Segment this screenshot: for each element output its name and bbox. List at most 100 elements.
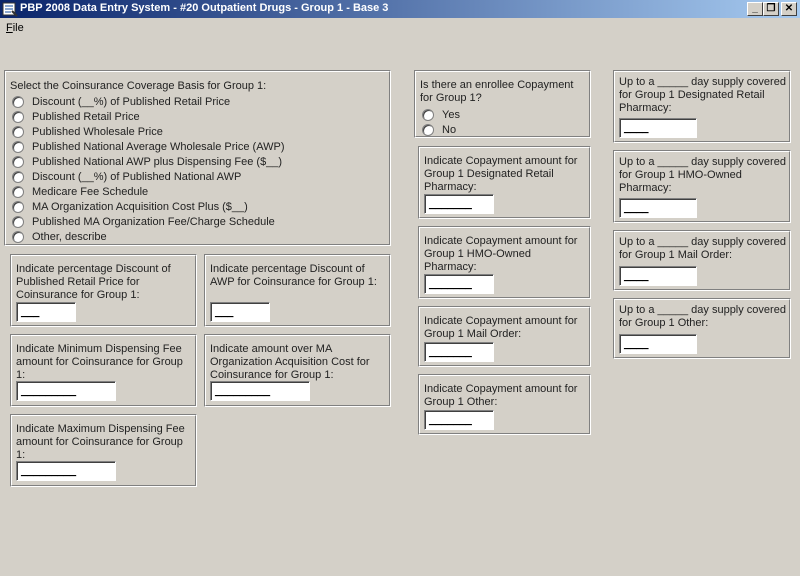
option-label: Published National AWP plus Dispensing F… bbox=[32, 155, 283, 168]
radio-button[interactable] bbox=[12, 215, 24, 228]
basis-option-awp-plus-fee[interactable]: Published National AWP plus Dispensing F… bbox=[12, 154, 282, 169]
max-fee-group: Indicate Maximum Dispensing Fee amount f… bbox=[10, 414, 197, 487]
input-value: ___ bbox=[215, 306, 234, 318]
supply-other-group: Up to a _____ day supply covered for Gro… bbox=[613, 298, 791, 359]
supply-retail-label: Up to a _____ day supply covered for Gro… bbox=[619, 76, 786, 114]
supply-mail-label: Up to a _____ day supply covered for Gro… bbox=[619, 236, 786, 261]
copay-retail-label: Indicate Copayment amount for Group 1 De… bbox=[424, 155, 578, 193]
input-value: _______ bbox=[429, 346, 472, 358]
supply-retail-input[interactable]: ____ bbox=[619, 118, 697, 138]
option-label: Yes bbox=[442, 108, 460, 121]
copay-hmo-label: Indicate Copayment amount for Group 1 HM… bbox=[424, 235, 578, 273]
radio-button[interactable] bbox=[12, 125, 24, 138]
supply-other-label: Up to a _____ day supply covered for Gro… bbox=[619, 304, 786, 329]
supply-other-input[interactable]: ____ bbox=[619, 334, 697, 354]
supply-hmo-label: Up to a _____ day supply covered for Gro… bbox=[619, 156, 786, 194]
option-label: MA Organization Acquisition Cost Plus ($… bbox=[32, 200, 248, 213]
option-label: Published National Average Wholesale Pri… bbox=[32, 140, 285, 153]
option-label: Other, describe bbox=[32, 230, 107, 243]
input-value: ____ bbox=[624, 122, 649, 134]
max-fee-label: Indicate Maximum Dispensing Fee amount f… bbox=[16, 423, 185, 461]
basis-option-medicare-fee[interactable]: Medicare Fee Schedule bbox=[12, 184, 148, 199]
input-value: _______ bbox=[429, 414, 472, 426]
basis-option-discount-awp[interactable]: Discount (__%) of Published National AWP bbox=[12, 169, 241, 184]
over-cost-group: Indicate amount over MA Organization Acq… bbox=[204, 334, 391, 407]
supply-hmo-group: Up to a _____ day supply covered for Gro… bbox=[613, 150, 791, 223]
supply-mail-group: Up to a _____ day supply covered for Gro… bbox=[613, 230, 791, 291]
input-value: _______ bbox=[429, 278, 472, 290]
option-label: Discount (__%) of Published National AWP bbox=[32, 170, 242, 183]
input-value: _________ bbox=[215, 385, 271, 397]
copay-other-label: Indicate Copayment amount for Group 1 Ot… bbox=[424, 383, 578, 408]
over-cost-input[interactable]: _________ bbox=[210, 381, 310, 401]
min-fee-input[interactable]: _________ bbox=[16, 381, 116, 401]
pct-retail-group: Indicate percentage Discount of Publishe… bbox=[10, 254, 197, 327]
coinsurance-basis-prompt: Select the Coinsurance Coverage Basis fo… bbox=[10, 80, 267, 92]
radio-button[interactable] bbox=[12, 95, 24, 108]
radio-button[interactable] bbox=[422, 123, 434, 136]
window-title: PBP 2008 Data Entry System - #20 Outpati… bbox=[20, 2, 389, 14]
radio-button[interactable] bbox=[12, 110, 24, 123]
copay-retail-group: Indicate Copayment amount for Group 1 De… bbox=[418, 146, 591, 219]
pct-awp-group: Indicate percentage Discount of AWP for … bbox=[204, 254, 391, 327]
option-label: Published Retail Price bbox=[32, 110, 140, 123]
option-label: Discount (__%) of Published Retail Price bbox=[32, 95, 231, 108]
close-button[interactable]: ✕ bbox=[781, 2, 797, 16]
radio-button[interactable] bbox=[12, 200, 24, 213]
title-bar: PBP 2008 Data Entry System - #20 Outpati… bbox=[0, 0, 800, 18]
basis-option-awp[interactable]: Published National Average Wholesale Pri… bbox=[12, 139, 285, 154]
over-cost-label: Indicate amount over MA Organization Acq… bbox=[210, 343, 370, 381]
menu-bar: File bbox=[0, 19, 800, 37]
input-value: _______ bbox=[429, 198, 472, 210]
copay-other-input[interactable]: _______ bbox=[424, 410, 494, 430]
restore-button[interactable]: ❐ bbox=[763, 2, 779, 16]
min-fee-label: Indicate Minimum Dispensing Fee amount f… bbox=[16, 343, 183, 381]
radio-button[interactable] bbox=[422, 108, 434, 121]
menu-file-rest: ile bbox=[12, 22, 24, 34]
copay-question-prompt: Is there an enrollee Copayment for Group… bbox=[420, 79, 574, 104]
pct-awp-input[interactable]: ___ bbox=[210, 302, 270, 322]
coinsurance-basis-group: Select the Coinsurance Coverage Basis fo… bbox=[4, 70, 391, 246]
radio-button[interactable] bbox=[12, 155, 24, 168]
copay-other-group: Indicate Copayment amount for Group 1 Ot… bbox=[418, 374, 591, 435]
max-fee-input[interactable]: _________ bbox=[16, 461, 116, 481]
copay-mail-group: Indicate Copayment amount for Group 1 Ma… bbox=[418, 306, 591, 367]
copay-question-group: Is there an enrollee Copayment for Group… bbox=[414, 70, 591, 138]
basis-option-retail-price[interactable]: Published Retail Price bbox=[12, 109, 140, 124]
app-icon bbox=[2, 2, 18, 17]
basis-option-discount-retail[interactable]: Discount (__%) of Published Retail Price bbox=[12, 94, 230, 109]
supply-mail-input[interactable]: ____ bbox=[619, 266, 697, 286]
copay-no-option[interactable]: No bbox=[422, 122, 456, 137]
supply-retail-group: Up to a _____ day supply covered for Gro… bbox=[613, 70, 791, 143]
copay-mail-input[interactable]: _______ bbox=[424, 342, 494, 362]
option-label: Published Wholesale Price bbox=[32, 125, 163, 138]
input-value: ___ bbox=[21, 306, 40, 318]
option-label: Published MA Organization Fee/Charge Sch… bbox=[32, 215, 275, 228]
menu-file-mnemonic: F bbox=[6, 22, 13, 34]
minimize-button[interactable]: _ bbox=[747, 2, 763, 16]
radio-button[interactable] bbox=[12, 140, 24, 153]
option-label: No bbox=[442, 123, 457, 136]
input-value: ____ bbox=[624, 270, 649, 282]
basis-option-acquisition-cost[interactable]: MA Organization Acquisition Cost Plus ($… bbox=[12, 199, 248, 214]
pct-retail-input[interactable]: ___ bbox=[16, 302, 76, 322]
copay-mail-label: Indicate Copayment amount for Group 1 Ma… bbox=[424, 315, 578, 340]
input-value: _________ bbox=[21, 465, 77, 477]
input-value: _________ bbox=[21, 385, 77, 397]
min-fee-group: Indicate Minimum Dispensing Fee amount f… bbox=[10, 334, 197, 407]
pct-retail-label: Indicate percentage Discount of Publishe… bbox=[16, 263, 171, 301]
option-label: Medicare Fee Schedule bbox=[32, 185, 149, 198]
copay-hmo-group: Indicate Copayment amount for Group 1 HM… bbox=[418, 226, 591, 299]
supply-hmo-input[interactable]: ____ bbox=[619, 198, 697, 218]
basis-option-other[interactable]: Other, describe bbox=[12, 229, 107, 244]
pct-awp-label: Indicate percentage Discount of AWP for … bbox=[210, 263, 377, 288]
basis-option-wholesale[interactable]: Published Wholesale Price bbox=[12, 124, 163, 139]
copay-yes-option[interactable]: Yes bbox=[422, 107, 460, 122]
basis-option-fee-schedule[interactable]: Published MA Organization Fee/Charge Sch… bbox=[12, 214, 275, 229]
copay-retail-input[interactable]: _______ bbox=[424, 194, 494, 214]
menu-file[interactable]: File bbox=[6, 22, 24, 34]
radio-button[interactable] bbox=[12, 185, 24, 198]
copay-hmo-input[interactable]: _______ bbox=[424, 274, 494, 294]
radio-button[interactable] bbox=[12, 230, 24, 243]
radio-button[interactable] bbox=[12, 170, 24, 183]
